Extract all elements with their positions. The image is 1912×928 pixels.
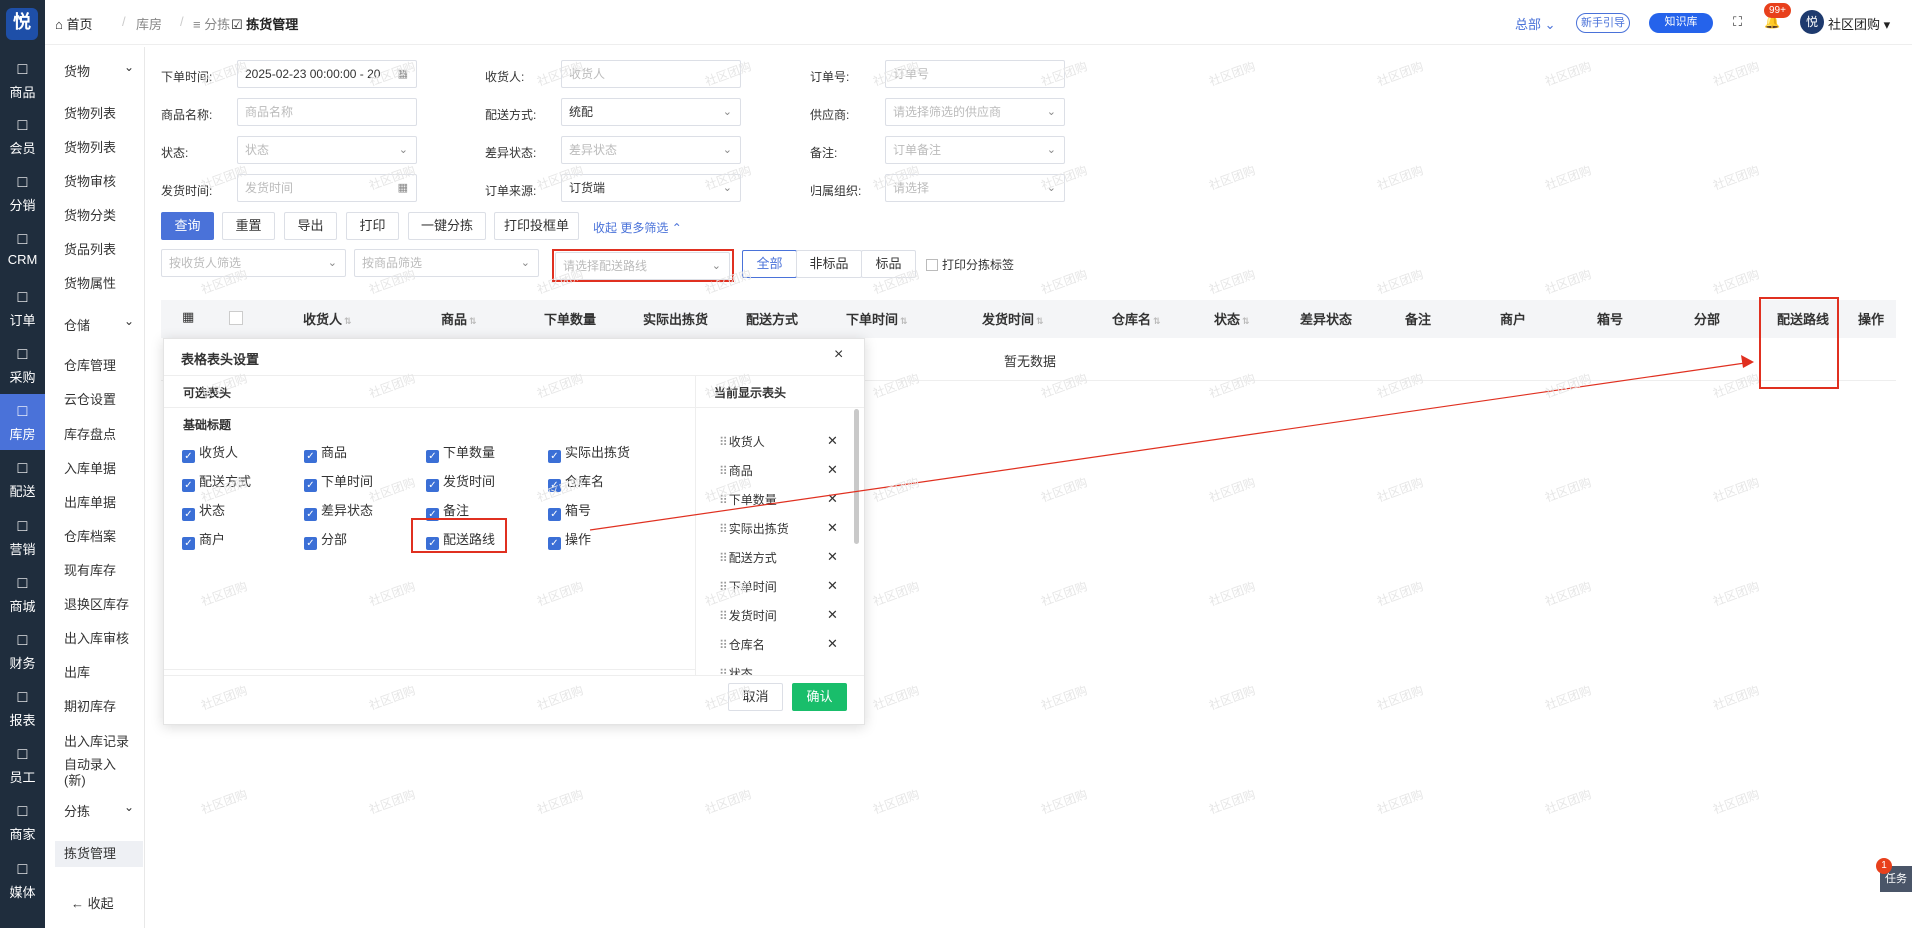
annotation-arrow <box>589 355 1754 531</box>
task-badge: 1 <box>1876 858 1892 874</box>
